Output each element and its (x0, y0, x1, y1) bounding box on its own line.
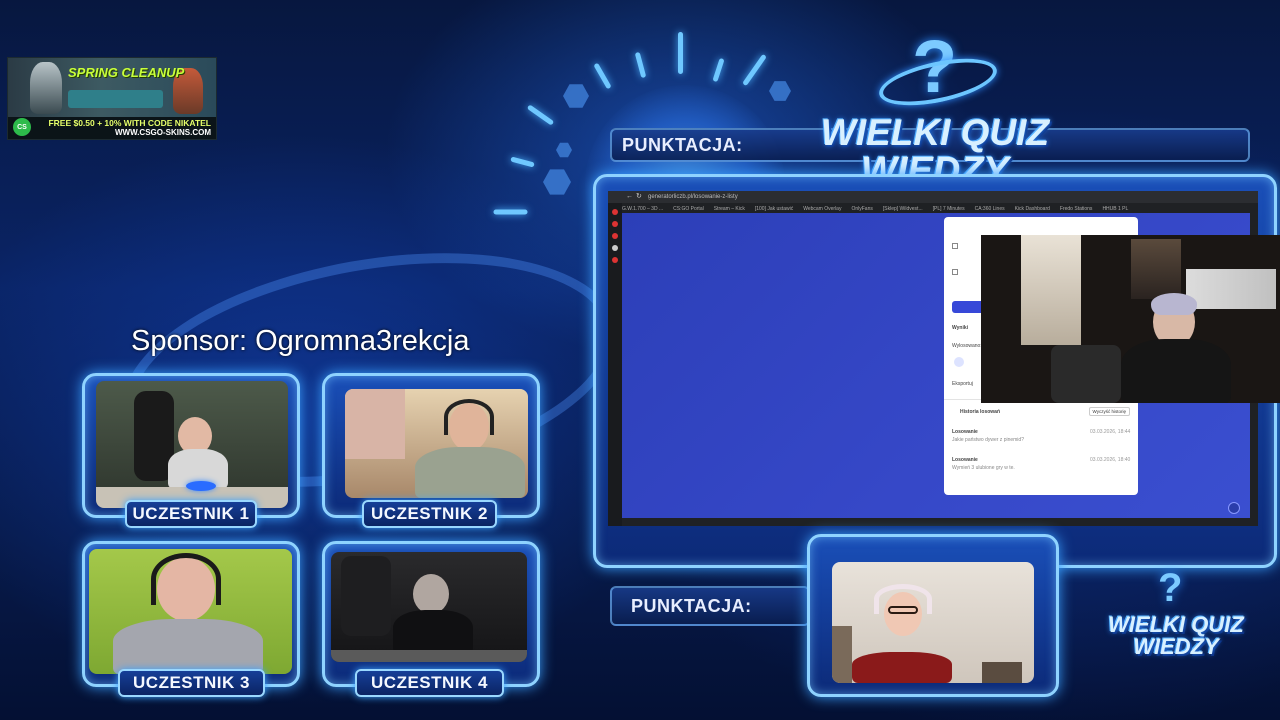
back-arrow-icon[interactable]: ← (626, 193, 633, 200)
ad-promo-text: FREE $0.50 + 10% WITH CODE NIKATEL (48, 118, 211, 128)
small-logo-line2: WIEDZY (1133, 634, 1219, 659)
bookmark-item[interactable]: [PL] 7 Minutes (933, 206, 965, 212)
headphones-icon (874, 584, 932, 614)
sponsor-ad-banner[interactable]: SPRING CLEANUP CS FREE $0.50 + 10% WITH … (7, 57, 217, 140)
sidebar-icon[interactable] (612, 233, 618, 239)
csgo-skins-logo-icon: CS (13, 118, 31, 136)
bookmark-item[interactable]: Fredo Stations (1060, 206, 1093, 212)
result-number-badge (954, 357, 964, 367)
bookmark-item[interactable]: OnlyFans (851, 206, 872, 212)
bookmark-item[interactable]: HHUB 1 PL (1102, 206, 1128, 212)
top-score-label: PUNKTACJA: (622, 135, 743, 155)
history-heading: Historia losowań (960, 409, 1001, 415)
participant-head (413, 574, 449, 614)
host-webcam (981, 235, 1280, 403)
history-item-title: Losowanie (952, 429, 978, 435)
window-light (1021, 235, 1081, 345)
participant-body (393, 610, 473, 654)
participant-body (113, 619, 263, 674)
participant-4-label: UCZESTNIK 4 (355, 669, 504, 697)
ad-character-left (30, 62, 62, 114)
clear-history-button[interactable]: Wyczyść historię (1088, 407, 1130, 416)
host-2-body (852, 652, 952, 683)
bookmark-item[interactable]: [100] Jak ustawić (755, 206, 793, 212)
small-logo-question-mark-icon: ? (1158, 566, 1183, 610)
curtain (345, 389, 405, 459)
main-logo-line1: WIELKI QUIZ (820, 112, 1050, 153)
desk-items (982, 662, 1022, 683)
ad-url: WWW.CSGO-SKINS.COM (115, 128, 211, 137)
bookmarks-bar: G.W.1.700 – 3D ... CS:GO Portal Stream –… (622, 204, 1258, 213)
history-item-date: 03.03.2026, 18:44 (1090, 429, 1131, 435)
reload-icon[interactable]: ↻ (636, 192, 642, 200)
participant-1-webcam (96, 381, 288, 508)
ad-title: SPRING CLEANUP (68, 65, 185, 80)
light-ray (493, 209, 528, 215)
host-hair (1151, 293, 1197, 315)
ad-table (68, 90, 163, 108)
bookmark-item[interactable]: CS:GO Portal (673, 206, 704, 212)
participant-3-label: UCZESTNIK 3 (118, 669, 265, 697)
browser-url[interactable]: generatorliczb.pl/losowanie-z-listy (648, 194, 738, 200)
checkbox-option[interactable] (952, 269, 958, 275)
bookmark-item[interactable]: [Sklep] Wildvest... (883, 206, 923, 212)
bookmark-item[interactable]: Webcam Overlay (803, 206, 841, 212)
history-item-desc: Wymień 3 ulubione gry w te. (952, 465, 1015, 471)
participant-2-label: UCZESTNIK 2 (362, 500, 497, 528)
scroll-to-top-button[interactable] (1228, 502, 1240, 514)
sidebar-icon[interactable] (612, 257, 618, 263)
mouse-device (186, 481, 216, 491)
bottom-score-label: PUNKTACJA: (631, 596, 752, 616)
monitor-bar (331, 650, 527, 662)
bookmark-item[interactable]: Kick Dashboard (1015, 206, 1050, 212)
sidebar-icon[interactable] (612, 245, 618, 251)
poster-wall (1186, 269, 1276, 309)
history-item-desc: Jakie państwo dywer z pinemid? (952, 437, 1024, 443)
shelf-trophies (1131, 239, 1181, 299)
participant-1-label: UCZESTNIK 1 (125, 500, 257, 528)
history-item-date: 03.03.2026, 18:40 (1090, 457, 1131, 463)
headset-icon (444, 399, 494, 435)
sponsor-text: Sponsor: Ogromna3rekcja (131, 325, 470, 357)
browser-sidebar (608, 203, 622, 526)
wall-poster (832, 626, 852, 683)
participant-body (415, 447, 525, 498)
gaming-chair (1051, 345, 1121, 403)
headset-icon (151, 553, 221, 605)
participant-2-webcam (345, 389, 528, 498)
checkbox-option[interactable] (952, 243, 958, 249)
host-body (1121, 339, 1231, 403)
bookmark-item[interactable]: Stream – Kick (714, 206, 745, 212)
history-item-title: Losowanie (952, 457, 978, 463)
results-heading: Wyniki (952, 325, 969, 331)
participant-4-webcam (331, 552, 527, 662)
host-2-webcam (832, 562, 1034, 683)
participant-3-webcam (89, 549, 292, 674)
light-ray (678, 32, 683, 74)
sidebar-icon[interactable] (612, 209, 618, 215)
bookmark-item[interactable]: CA:360 Lines (975, 206, 1005, 212)
draw-label: Wylosowano: (952, 343, 982, 349)
browser-tab-bar: ← ↻ generatorliczb.pl/losowanie-z-listy (608, 191, 1258, 203)
export-button[interactable]: Eksportuj (952, 381, 973, 387)
sidebar-icon[interactable] (612, 221, 618, 227)
bookmark-item[interactable]: G.W.1.700 – 3D ... (622, 206, 663, 212)
gaming-chair (341, 556, 391, 636)
